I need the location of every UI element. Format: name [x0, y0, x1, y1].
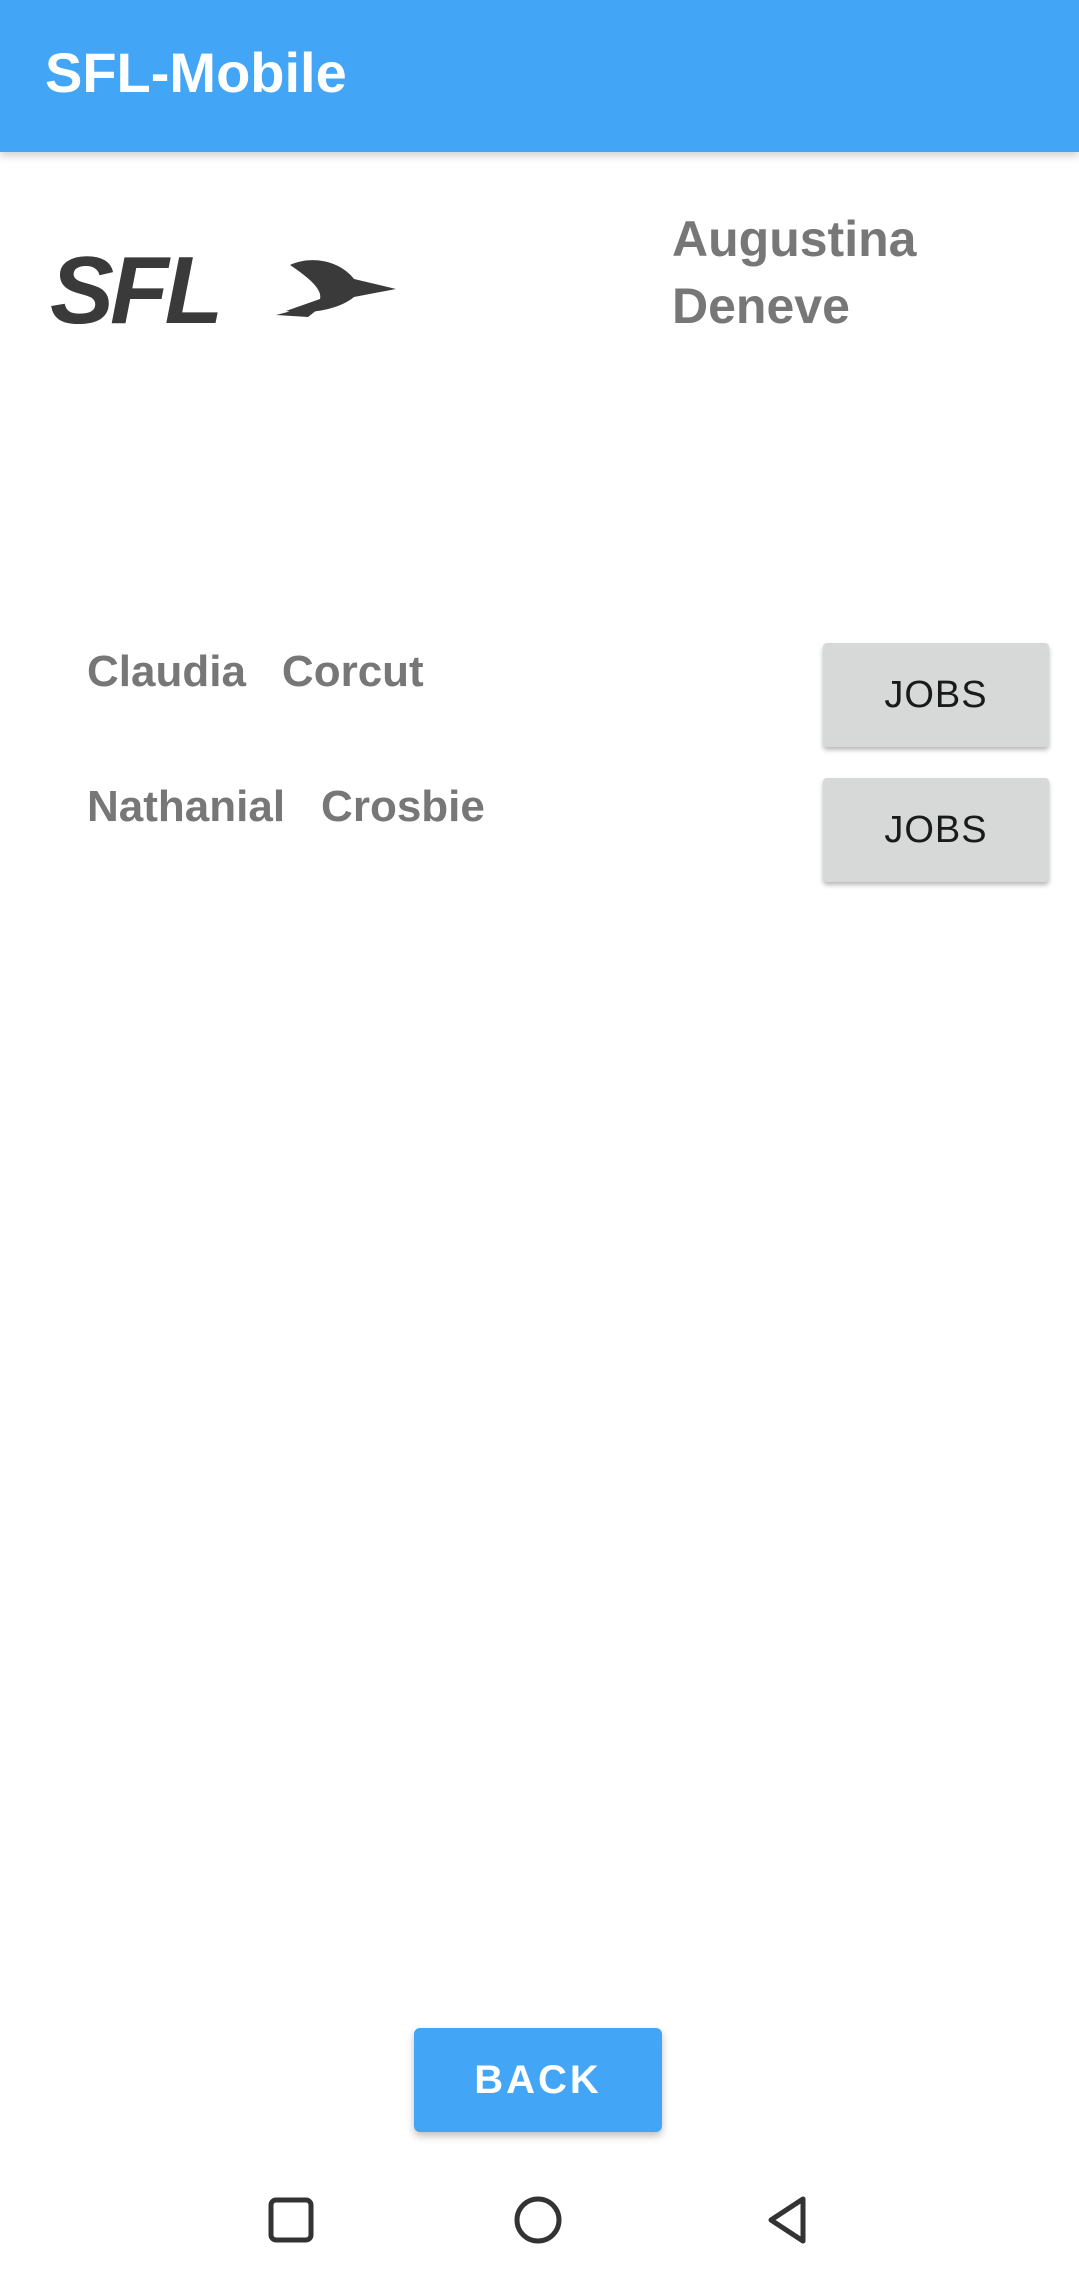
person-last-name: Corcut — [281, 647, 424, 696]
recents-square-icon[interactable] — [251, 2180, 331, 2260]
app-bar: SFL-Mobile — [0, 0, 1079, 152]
jobs-button[interactable]: JOBS — [823, 643, 1049, 747]
system-nav-bar — [0, 2160, 1079, 2281]
app-title: SFL-Mobile — [45, 41, 347, 104]
person-name: Claudia Corcut — [87, 646, 424, 698]
logged-user-last-name: Deneve — [672, 278, 850, 334]
person-row: Claudia Corcut JOBS — [0, 643, 1079, 749]
person-first-name: Nathanial — [87, 782, 286, 831]
person-first-name: Claudia — [87, 647, 246, 696]
back-button[interactable]: BACK — [414, 2028, 662, 2132]
sfl-logo: SFL — [50, 237, 400, 344]
logo-text: SFL — [50, 245, 219, 335]
logged-user-name: Augustina Deneve — [672, 206, 916, 340]
jobs-button[interactable]: JOBS — [823, 778, 1049, 882]
person-name: Nathanial Crosbie — [87, 781, 485, 833]
person-last-name: Crosbie — [321, 782, 485, 831]
back-triangle-icon[interactable] — [747, 2180, 827, 2260]
logged-user-first-name: Augustina — [672, 211, 917, 267]
swallow-bird-icon: SFL — [50, 237, 396, 344]
home-circle-icon[interactable] — [498, 2180, 578, 2260]
person-row: Nathanial Crosbie JOBS — [0, 778, 1079, 884]
